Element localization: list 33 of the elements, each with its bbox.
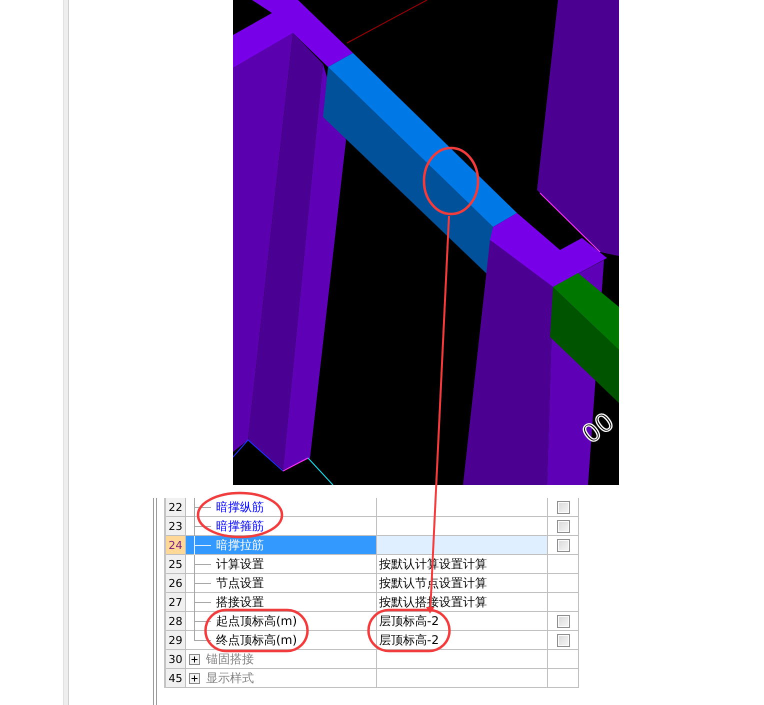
- row-number: 25: [166, 555, 186, 574]
- row-number: 26: [166, 574, 186, 593]
- table-cell: [548, 574, 579, 593]
- row-number: 27: [166, 593, 186, 612]
- annotation-circle: [422, 146, 480, 216]
- axis-label: 00: [576, 406, 619, 450]
- checkbox[interactable]: [556, 538, 570, 552]
- expand-icon[interactable]: [189, 654, 200, 664]
- checkbox[interactable]: [556, 500, 570, 514]
- property-name[interactable]: 搭接设置: [186, 593, 377, 612]
- group-name[interactable]: 锚固搭接: [206, 652, 254, 666]
- property-name[interactable]: 起点顶标高(m): [186, 612, 377, 631]
- checkbox[interactable]: [556, 614, 570, 628]
- property-value[interactable]: 层顶标高-2: [377, 612, 548, 631]
- property-name[interactable]: 暗撑纵筋: [186, 498, 377, 517]
- row-number: 45: [166, 669, 186, 688]
- property-value[interactable]: 层顶标高-2: [377, 631, 548, 650]
- group-name[interactable]: 显示样式: [206, 670, 254, 686]
- row-number: 24: [166, 536, 186, 555]
- checkbox[interactable]: [556, 520, 570, 532]
- table-cell: [548, 669, 579, 688]
- grid-line: [308, 458, 334, 485]
- row-number: 22: [166, 498, 186, 517]
- row-number: 30: [166, 650, 186, 669]
- checkbox[interactable]: [556, 634, 570, 646]
- property-name[interactable]: 节点设置: [186, 574, 377, 593]
- property-name[interactable]: 计算设置: [186, 555, 377, 574]
- row-number: 28: [166, 612, 186, 631]
- row-number: 29: [166, 631, 186, 650]
- property-name[interactable]: 暗撑箍筋: [186, 517, 377, 536]
- expand-icon[interactable]: [189, 672, 200, 684]
- property-name[interactable]: 终点顶标高(m): [186, 631, 377, 650]
- row-number: 23: [166, 517, 186, 536]
